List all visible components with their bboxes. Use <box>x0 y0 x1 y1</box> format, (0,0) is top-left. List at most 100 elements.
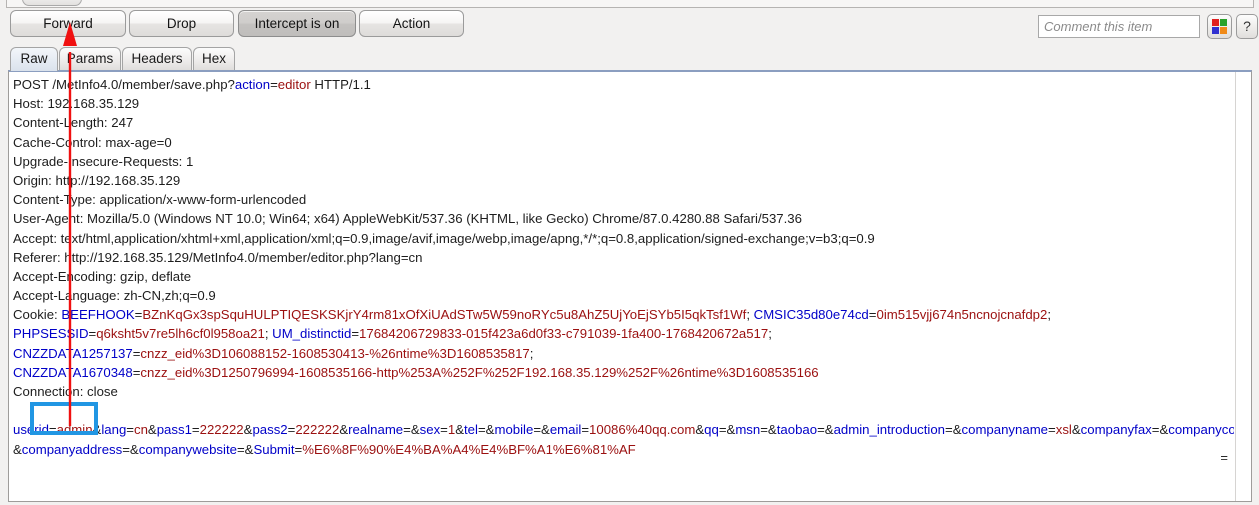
request-key: companycode <box>1168 422 1234 438</box>
request-text: Content-Length: 247 <box>13 115 134 131</box>
request-line: CNZZDATA1257137=cnzz_eid%3D106088152-160… <box>13 344 1234 363</box>
request-key: CNZZDATA1257137 <box>13 345 133 361</box>
request-key: companyname <box>961 422 1049 438</box>
request-text: & <box>455 422 465 438</box>
swatch-blue <box>1212 27 1219 34</box>
editor-footer-marks: = <box>1220 450 1229 465</box>
color-swatch-grid <box>1212 19 1227 34</box>
request-value: cn <box>133 422 148 438</box>
request-line: Referer: http://192.168.35.129/MetInfo4.… <box>13 248 1234 267</box>
request-value: cnzz_eid%3D106088152-1608530413-%26ntime… <box>140 345 530 361</box>
request-line: Content-Type: application/x-www-form-url… <box>13 190 1234 209</box>
request-key: tel <box>464 422 478 438</box>
request-text: & <box>13 441 22 457</box>
request-value: BZnKqGx3spSquHULPTIQESKSKjrY4rm81xOfXiUA… <box>142 307 747 323</box>
request-text: Host: 192.168.35.129 <box>13 96 140 112</box>
request-value: xsl <box>1055 422 1072 438</box>
request-line: Accept-Encoding: gzip, deflate <box>13 267 1234 286</box>
request-key: email <box>549 422 582 438</box>
request-text: Content-Type: application/x-www-form-url… <box>13 192 307 208</box>
request-text: = <box>351 326 360 342</box>
request-line: CNZZDATA1670348=cnzz_eid%3D1250796994-16… <box>13 363 1234 382</box>
request-text: = <box>1048 422 1056 438</box>
request-key: msn <box>735 422 761 438</box>
request-value: 17684206729833-015f423a6d0f33-c791039-1f… <box>359 326 769 342</box>
request-key: pass1 <box>156 422 192 438</box>
request-text: ; <box>768 326 772 342</box>
request-text: =& <box>533 422 550 438</box>
request-text: Accept: text/html,application/xhtml+xml,… <box>13 230 875 246</box>
request-text: Cache-Control: max-age=0 <box>13 134 172 150</box>
request-key: sex <box>419 422 441 438</box>
raw-request-text[interactable]: POST /MetInfo4.0/member/save.php?action=… <box>9 72 1234 500</box>
tab-params[interactable]: Params <box>59 47 121 71</box>
request-key: pass2 <box>252 422 288 438</box>
request-value: editor <box>277 77 311 92</box>
drop-button[interactable]: Drop <box>129 10 234 37</box>
request-editor-panel: POST /MetInfo4.0/member/save.php?action=… <box>8 70 1252 502</box>
request-key: taobao <box>776 422 818 438</box>
request-text: POST /MetInfo4.0/member/save.php? <box>13 77 235 92</box>
request-text: Origin: http://192.168.35.129 <box>13 172 181 188</box>
blue-highlight-box <box>30 402 98 435</box>
request-text: Accept-Encoding: gzip, deflate <box>13 268 192 284</box>
intercept-toggle-button[interactable]: Intercept is on <box>238 10 356 37</box>
request-key: lang <box>101 422 127 438</box>
forward-button[interactable]: Forward <box>10 10 126 37</box>
request-key: BEEFHOOK <box>61 307 135 323</box>
editor-vertical-scrollbar[interactable] <box>1235 72 1251 501</box>
comment-input[interactable] <box>1038 15 1200 38</box>
highlighter-button[interactable] <box>1207 14 1232 39</box>
request-line <box>13 401 1234 420</box>
swatch-green <box>1220 19 1227 26</box>
action-button[interactable]: Action <box>359 10 464 37</box>
request-text: =& <box>403 422 420 438</box>
request-text: =& <box>945 422 962 438</box>
request-text: =& <box>718 422 736 438</box>
request-text: Cookie: <box>13 307 62 323</box>
request-line: Accept: text/html,application/xhtml+xml,… <box>13 229 1234 248</box>
request-line: PHPSESSID = q6ksht5v7re5lh6cf0l958oa21; UM… <box>13 324 1234 343</box>
request-text: =& <box>122 441 139 457</box>
request-line: Content-Length: 247 <box>13 113 1234 132</box>
request-text: Connection: close <box>13 384 118 399</box>
request-key: Submit <box>253 441 295 457</box>
request-text: =& <box>477 422 495 438</box>
request-text: Upgrade-Insecure-Requests: 1 <box>13 153 194 169</box>
request-text: =& <box>1151 422 1169 438</box>
request-text: = <box>270 77 278 92</box>
request-text: =& <box>760 422 777 438</box>
request-text: & <box>1071 422 1081 438</box>
request-text: = <box>126 422 134 438</box>
request-text: ; <box>746 307 754 323</box>
request-text: & <box>695 422 705 438</box>
request-text: ; <box>529 345 534 361</box>
request-line: Upgrade-Insecure-Requests: 1 <box>13 152 1234 171</box>
request-value: 0im515vjj674n5ncnojcnafdp2 <box>876 307 1048 323</box>
tab-raw[interactable]: Raw <box>10 47 58 71</box>
request-line: Connection: close <box>13 382 1234 401</box>
request-line: Host: 192.168.35.129 <box>13 94 1234 113</box>
tab-headers[interactable]: Headers <box>122 47 192 71</box>
request-line: Accept-Language: zh-CN,zh;q=0.9 <box>13 286 1234 305</box>
request-line: &companyaddress=&companywebsite=&Submit=… <box>13 440 1234 459</box>
request-text: = <box>440 422 448 438</box>
request-text: & <box>339 422 349 438</box>
burp-proxy-intercept-window: Forward Drop Intercept is on Action ? Ra… <box>0 0 1259 505</box>
request-key: companywebsite <box>138 441 237 457</box>
request-key: mobile <box>494 422 534 438</box>
request-key: PHPSESSID <box>13 326 89 342</box>
request-text: =& <box>236 441 254 457</box>
request-line: POST /MetInfo4.0/member/save.php?action=… <box>13 75 1234 94</box>
request-text: = <box>581 422 590 438</box>
request-value: 222222 <box>295 422 340 438</box>
help-icon[interactable]: ? <box>1236 14 1258 39</box>
request-value: %E6%8F%90%E4%BA%A4%E4%BF%A1%E6%81%AF <box>302 441 636 457</box>
tab-hex[interactable]: Hex <box>193 47 235 71</box>
request-key: CNZZDATA1670348 <box>13 364 133 380</box>
request-line: Cookie: BEEFHOOK=BZnKqGx3spSquHULPTIQESK… <box>13 305 1234 324</box>
request-line: User-Agent: Mozilla/5.0 (Windows NT 10.0… <box>13 209 1234 228</box>
request-key: qq <box>704 422 719 438</box>
request-line: Origin: http://192.168.35.129 <box>13 171 1234 190</box>
request-text: Accept-Language: zh-CN,zh;q=0.9 <box>13 288 216 304</box>
